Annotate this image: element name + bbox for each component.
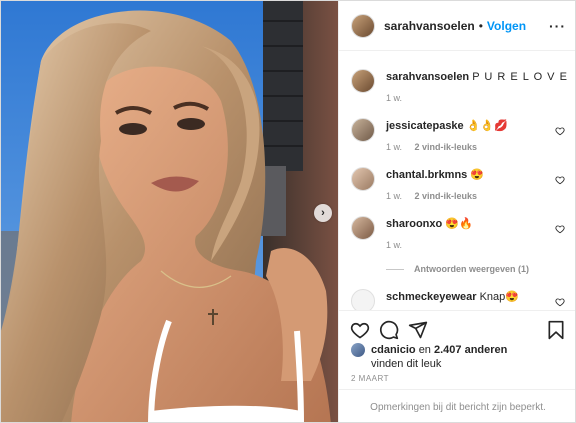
- post-header: sarahvansoelen • Volgen ···: [339, 1, 575, 51]
- list-item: schmeckeyewear Knap😍: [351, 289, 565, 310]
- comment-time: 1 w.: [386, 142, 403, 152]
- replies-divider: [386, 268, 404, 270]
- avatar[interactable]: [351, 69, 375, 93]
- restricted-text: Opmerkingen bij dit bericht zijn beperkt…: [370, 401, 546, 413]
- comment-time: 1 w.: [386, 240, 403, 250]
- heart-icon[interactable]: [555, 297, 565, 307]
- comment-body: schmeckeyewear Knap😍: [386, 290, 545, 304]
- next-photo-button[interactable]: ›: [314, 204, 332, 222]
- comment-text-line: chantal.brkmns 😍: [386, 168, 545, 182]
- avatar[interactable]: [351, 216, 375, 240]
- comment-meta: 1 w.: [386, 240, 545, 250]
- post-photo[interactable]: ›: [1, 1, 338, 422]
- author-avatar[interactable]: [351, 13, 375, 38]
- comment-icon[interactable]: [379, 320, 399, 340]
- caption-username[interactable]: sarahvansoelen: [386, 71, 469, 83]
- avatar[interactable]: [351, 289, 375, 310]
- comment-text-line: jessicatepaske 👌👌💋: [386, 119, 545, 133]
- post-details-panel: sarahvansoelen • Volgen ··· sarahvansoel…: [338, 1, 575, 422]
- caption-text-line: sarahvansoelen P U R E L O V E: [386, 70, 567, 84]
- heart-icon[interactable]: [555, 175, 565, 185]
- comment-text: 😍🔥: [445, 218, 473, 230]
- liker-username[interactable]: cdanicio: [371, 344, 416, 356]
- comment-text: Knap😍: [479, 291, 519, 303]
- comment-meta: 1 w. 2 vind-ik-leuks: [386, 191, 545, 201]
- chevron-right-icon: ›: [321, 206, 325, 219]
- comment-time: 1 w.: [386, 191, 403, 201]
- view-replies-button[interactable]: Antwoorden weergeven (1): [386, 264, 529, 274]
- caption-text: P U R E L O V E: [472, 71, 568, 83]
- comment-text-line: schmeckeyewear Knap😍: [386, 290, 545, 304]
- more-icon[interactable]: ···: [549, 18, 566, 34]
- comment-text-line: sharoonxo 😍🔥: [386, 217, 545, 231]
- comment-body: jessicatepaske 👌👌💋 1 w. 2 vind-ik-leuks: [386, 119, 545, 152]
- comment-text: 😍: [470, 169, 485, 181]
- post-date: 2 MAART: [351, 374, 390, 383]
- likes-line: cdanicio en 2.407 anderen: [371, 343, 507, 357]
- author-username[interactable]: sarahvansoelen: [384, 19, 475, 33]
- comment-body: sharoonxo 😍🔥 1 w.: [386, 217, 545, 250]
- share-icon[interactable]: [408, 320, 428, 340]
- avatar[interactable]: [351, 343, 365, 357]
- comment-likes[interactable]: 2 vind-ik-leuks: [415, 142, 478, 152]
- likes-count[interactable]: 2.407 anderen: [434, 344, 507, 356]
- selfie-image: [1, 1, 338, 422]
- bookmark-icon[interactable]: [546, 320, 566, 340]
- comment-username[interactable]: sharoonxo: [386, 218, 442, 230]
- instagram-post: › sarahvansoelen • Volgen ··· sarahvanso…: [0, 0, 576, 423]
- avatar[interactable]: [351, 118, 375, 142]
- heart-icon[interactable]: [350, 320, 370, 340]
- likes-connector: en: [418, 344, 431, 356]
- comment-text: 👌👌💋: [466, 120, 508, 132]
- caption-time: 1 w.: [386, 93, 403, 103]
- heart-icon[interactable]: [555, 224, 565, 234]
- replies-label: Antwoorden weergeven (1): [414, 264, 530, 274]
- comments-list: sarahvansoelen P U R E L O V E 1 w. jess…: [339, 52, 575, 310]
- avatar[interactable]: [351, 167, 375, 191]
- follow-button[interactable]: Volgen: [487, 19, 526, 33]
- list-item: sharoonxo 😍🔥 1 w.: [351, 216, 565, 256]
- caption-meta: 1 w.: [386, 93, 545, 103]
- comment-username[interactable]: chantal.brkmns: [386, 169, 467, 181]
- comment-username[interactable]: schmeckeyewear: [386, 291, 477, 303]
- caption-item: sarahvansoelen P U R E L O V E 1 w.: [351, 69, 567, 109]
- list-item: chantal.brkmns 😍 1 w. 2 vind-ik-leuks: [351, 167, 565, 207]
- likes-suffix: vinden dit leuk: [371, 358, 442, 370]
- comment-likes[interactable]: 2 vind-ik-leuks: [415, 191, 478, 201]
- heart-icon[interactable]: [555, 126, 565, 136]
- list-item: jessicatepaske 👌👌💋 1 w. 2 vind-ik-leuks: [351, 118, 565, 158]
- comment-meta: 1 w. 2 vind-ik-leuks: [386, 142, 545, 152]
- separator-dot: •: [478, 18, 483, 33]
- comments-restricted-notice: Opmerkingen bij dit bericht zijn beperkt…: [339, 389, 575, 422]
- comment-body: chantal.brkmns 😍 1 w. 2 vind-ik-leuks: [386, 168, 545, 201]
- comment-username[interactable]: jessicatepaske: [386, 120, 464, 132]
- caption-body: sarahvansoelen P U R E L O V E 1 w.: [386, 70, 567, 103]
